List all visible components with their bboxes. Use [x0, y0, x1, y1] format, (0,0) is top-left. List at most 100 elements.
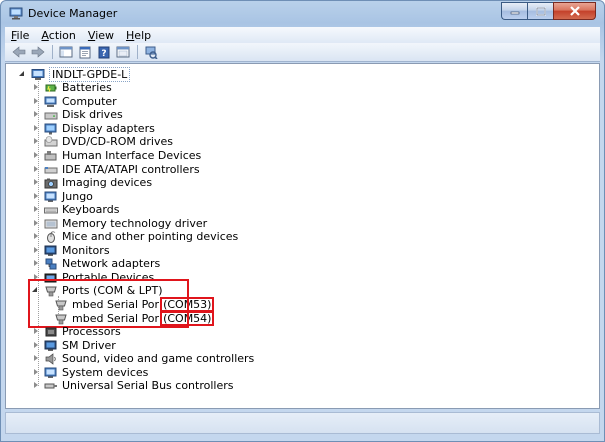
expand-arrow-icon[interactable]: [32, 205, 40, 214]
window-title: Device Manager: [28, 7, 118, 20]
expand-arrow-icon[interactable]: [32, 151, 40, 160]
expand-arrow-icon[interactable]: [32, 354, 40, 363]
status-bar: [5, 412, 600, 434]
tree-item-display-adapters[interactable]: Display adapters: [32, 122, 155, 135]
properties-icon: [79, 46, 91, 58]
forward-button[interactable]: [29, 44, 47, 60]
minimize-button[interactable]: [501, 2, 527, 20]
device-tree-pane[interactable]: INDLT-GPDE-L Batteries Computer Disk dri…: [5, 63, 600, 409]
tree-item-label: Computer: [62, 95, 117, 108]
tree-item-system-devices[interactable]: System devices: [32, 366, 148, 379]
toolbar-separator: [52, 45, 53, 59]
disk-drive-icon: [44, 112, 58, 119]
menu-file[interactable]: File: [5, 29, 35, 42]
show-hide-console-tree-button[interactable]: [57, 44, 75, 60]
tree-item-label: Disk drives: [62, 108, 123, 121]
ports-highlight-box: [28, 279, 189, 328]
title-bar[interactable]: Device Manager: [1, 1, 604, 27]
tree-item-label: Monitors: [62, 244, 110, 257]
tree-item-sound-video-and-game-controllers[interactable]: Sound, video and game controllers: [32, 352, 254, 365]
device-manager-window: Device Manager File Action View Help ? I…: [0, 0, 605, 442]
expand-arrow-icon[interactable]: [32, 110, 40, 119]
hid-icon: [44, 150, 57, 160]
tree-item-computer[interactable]: Computer: [32, 95, 117, 108]
display-adapter-icon: [44, 123, 57, 134]
menu-view[interactable]: View: [82, 29, 120, 42]
tree-item-label: Processors: [62, 325, 121, 338]
tree-item-disk-drives[interactable]: Disk drives: [32, 108, 123, 121]
tree-item-label: Imaging devices: [62, 176, 153, 189]
expand-arrow-icon[interactable]: [32, 327, 40, 336]
tree-item-dvd-cd-rom-drives[interactable]: DVD/CD-ROM drives: [32, 135, 173, 148]
expand-arrow-icon[interactable]: [32, 381, 40, 390]
ide-controller-icon: [44, 166, 58, 173]
tree-item-label: System devices: [62, 366, 149, 379]
console-tree-icon: [59, 46, 73, 58]
tree-item-label: Network adapters: [62, 257, 161, 270]
tree-item-label: Display adapters: [62, 122, 155, 135]
tree-item-label: Human Interface Devices: [62, 149, 202, 162]
minimize-icon: [510, 11, 519, 15]
tree-item-label: SM Driver: [62, 339, 116, 352]
tree-item-label: Sound, video and game controllers: [62, 352, 255, 365]
tree-item-sm-driver[interactable]: SM Driver: [32, 339, 116, 352]
battery-icon: [45, 84, 57, 92]
tree-item-label: DVD/CD-ROM drives: [62, 135, 173, 148]
monitor-icon: [44, 245, 57, 256]
back-arrow-icon: [12, 46, 26, 58]
expand-arrow-icon[interactable]: [32, 259, 40, 268]
expand-arrow-icon[interactable]: [32, 137, 40, 146]
tree-item-ide-ata-atapi-controllers[interactable]: IDE ATA/ATAPI controllers: [32, 163, 200, 176]
view-action-button[interactable]: [114, 44, 132, 60]
tree-item-label: IDE ATA/ATAPI controllers: [62, 163, 200, 176]
expand-arrow-icon[interactable]: [32, 192, 40, 201]
tree-item-memory-technology-driver[interactable]: Memory technology driver: [32, 217, 207, 230]
dvd-drive-icon: [44, 135, 58, 146]
computer-icon: [44, 96, 57, 107]
menu-action[interactable]: Action: [35, 29, 81, 42]
tree-item-universal-serial-bus-controllers[interactable]: Universal Serial Bus controllers: [32, 379, 233, 392]
expand-arrow-icon[interactable]: [32, 232, 40, 241]
tree-item-processors[interactable]: Processors: [32, 325, 121, 338]
computer-icon: [31, 68, 45, 80]
expand-arrow-icon[interactable]: [32, 124, 40, 133]
properties-button[interactable]: [76, 44, 94, 60]
scan-hardware-changes-button[interactable]: [142, 44, 160, 60]
tree-item-mice-and-other-pointing-devices[interactable]: Mice and other pointing devices: [32, 230, 238, 243]
svg-text:?: ?: [101, 49, 106, 59]
network-adapter-icon: [45, 258, 57, 269]
caption-buttons: [501, 2, 596, 20]
expand-arrow-icon[interactable]: [32, 246, 40, 255]
tree-item-label: Keyboards: [62, 203, 120, 216]
expand-arrow-icon[interactable]: [32, 341, 40, 350]
scan-hardware-icon: [145, 46, 158, 59]
tree-item-network-adapters[interactable]: Network adapters: [32, 257, 160, 270]
expand-arrow-icon[interactable]: [32, 97, 40, 106]
processor-icon: [45, 327, 57, 336]
mouse-icon: [47, 230, 56, 243]
tree-item-human-interface-devices[interactable]: Human Interface Devices: [32, 149, 201, 162]
tree-item-batteries[interactable]: Batteries: [32, 81, 112, 94]
expand-arrow-icon[interactable]: [32, 165, 40, 174]
usb-icon: [44, 383, 57, 388]
tree-item-keyboards[interactable]: Keyboards: [32, 203, 119, 216]
expand-arrow-icon[interactable]: [32, 178, 40, 187]
tree-item-jungo[interactable]: Jungo: [32, 190, 93, 203]
camera-icon: [44, 178, 58, 188]
maximize-button[interactable]: [527, 2, 553, 20]
tree-root-label: INDLT-GPDE-L: [49, 67, 131, 82]
speaker-icon: [45, 352, 56, 365]
menu-help[interactable]: Help: [120, 29, 157, 42]
tree-item-monitors[interactable]: Monitors: [32, 244, 110, 257]
tree-item-imaging-devices[interactable]: Imaging devices: [32, 176, 152, 189]
expand-arrow-icon[interactable]: [32, 83, 40, 92]
tree-root[interactable]: INDLT-GPDE-L: [19, 67, 131, 82]
expand-arrow-icon[interactable]: [19, 70, 27, 79]
close-button[interactable]: [553, 2, 596, 20]
toolbar-separator: [137, 45, 138, 59]
help-button[interactable]: ?: [95, 44, 113, 60]
expand-arrow-icon[interactable]: [32, 368, 40, 377]
back-button[interactable]: [10, 44, 28, 60]
keyboard-icon: [44, 207, 58, 213]
expand-arrow-icon[interactable]: [32, 219, 40, 228]
